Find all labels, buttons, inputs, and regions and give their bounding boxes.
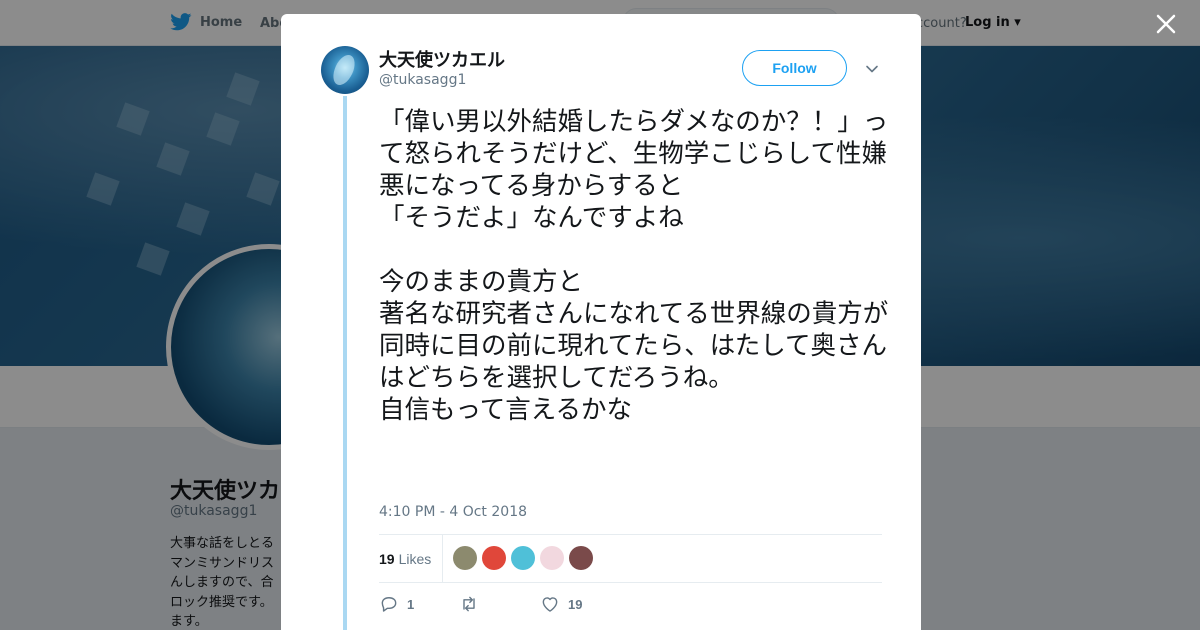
follow-button[interactable]: Follow: [742, 50, 847, 86]
retweet-icon: [463, 596, 475, 612]
retweet-button[interactable]: [459, 594, 487, 614]
author-avatar[interactable]: [321, 46, 369, 94]
tweet-actions: 1 19: [379, 594, 882, 614]
liker-avatar[interactable]: [569, 546, 593, 570]
tweet-text: 「偉い男以外結婚したらダメなのか？！」って怒られそうだけど、生物学こじらして性嫌…: [379, 107, 889, 425]
tweet-modal: 大天使ツカエル @tukasagg1 Follow 「偉い男以外結婚したらダメな…: [281, 14, 921, 630]
liker-avatar[interactable]: [540, 546, 564, 570]
likes-stat[interactable]: 19 Likes: [379, 551, 431, 567]
like-count: 19: [568, 596, 583, 612]
liker-avatar[interactable]: [453, 546, 477, 570]
author-handle[interactable]: @tukasagg1: [379, 72, 466, 88]
chevron-down-icon[interactable]: [864, 61, 880, 77]
like-button[interactable]: 19: [540, 594, 582, 614]
heart-icon: [542, 597, 558, 612]
thread-line: [343, 96, 347, 630]
stats-divider: [442, 535, 443, 582]
tweet-timestamp[interactable]: 4:10 PM - 4 Oct 2018: [379, 504, 527, 520]
liker-avatar[interactable]: [482, 546, 506, 570]
reply-button[interactable]: 1: [379, 594, 414, 614]
likes-count: 19: [379, 551, 395, 567]
tweet-stats: 19 Likes: [379, 534, 882, 583]
likers-list: [453, 546, 593, 570]
likes-label: Likes: [398, 551, 432, 567]
author-name[interactable]: 大天使ツカエル: [379, 46, 505, 72]
close-button[interactable]: [1152, 10, 1180, 38]
liker-avatar[interactable]: [511, 546, 535, 570]
reply-count: 1: [407, 596, 415, 612]
reply-icon: [381, 597, 397, 612]
close-icon: [1156, 14, 1176, 34]
